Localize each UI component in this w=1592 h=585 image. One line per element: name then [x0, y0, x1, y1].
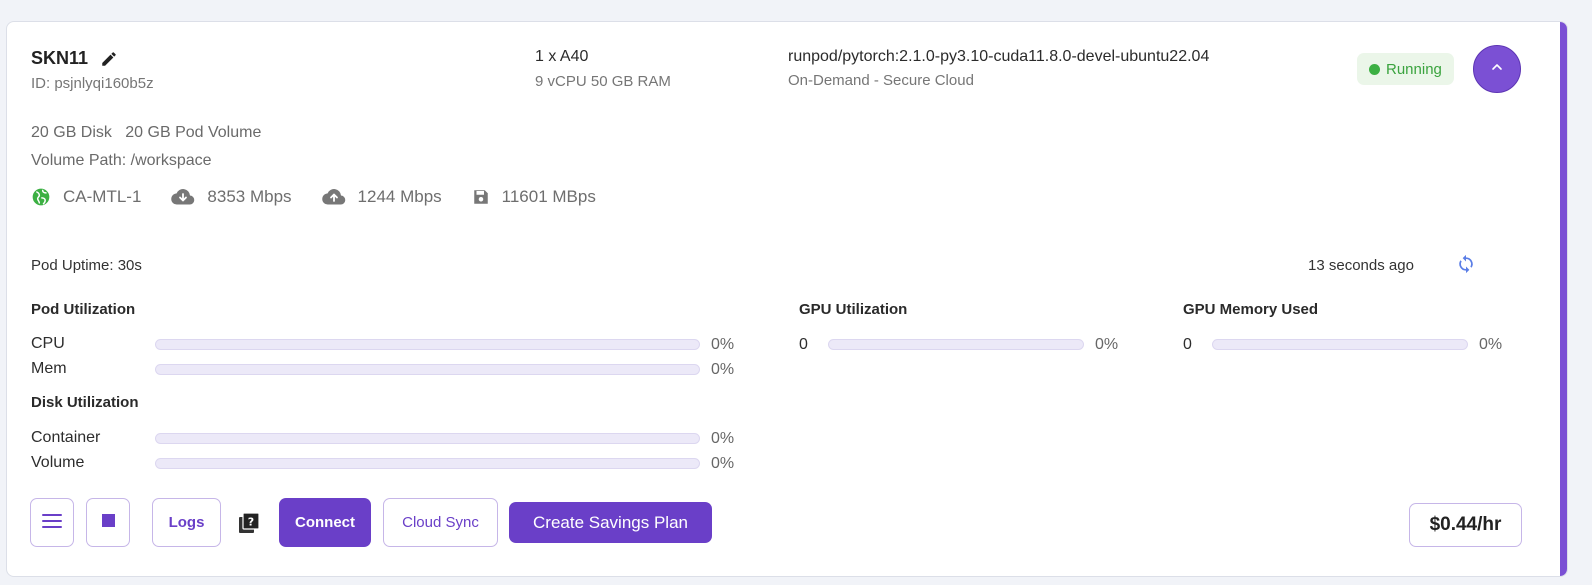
status-text: Running	[1386, 60, 1442, 78]
stop-button[interactable]	[86, 498, 130, 547]
volume-label: Volume	[31, 454, 85, 471]
container-label: Container	[31, 429, 101, 446]
container-image: runpod/pytorch:2.1.0-py3.10-cuda11.8.0-d…	[788, 48, 1210, 65]
pod-utilization-heading: Pod Utilization	[31, 301, 136, 318]
region: CA-MTL-1	[31, 187, 141, 207]
gpu-index: 0	[799, 336, 808, 353]
price-badge: $0.44/hr	[1409, 503, 1522, 547]
floppy-disk-icon	[472, 188, 490, 206]
upload-speed: 1244 Mbps	[321, 187, 442, 207]
gpu-memory-bar	[1212, 339, 1468, 350]
card-accent-stripe	[1560, 22, 1567, 576]
download-speed: 8353 Mbps	[171, 187, 292, 207]
disk-info: 20 GB Disk 20 GB Pod Volume	[31, 124, 261, 142]
gpu-percent: 0%	[1095, 336, 1119, 353]
svg-text:?: ?	[248, 516, 254, 529]
create-savings-plan-button[interactable]: Create Savings Plan	[509, 502, 712, 543]
volume-path: Volume Path: /workspace	[31, 152, 212, 169]
gpu-memory-index: 0	[1183, 336, 1192, 353]
connect-button[interactable]: Connect	[279, 498, 371, 547]
cloud-sync-button[interactable]: Cloud Sync	[383, 498, 498, 547]
pod-uptime: Pod Uptime: 30s	[31, 257, 142, 274]
disk-speed: 11601 MBps	[472, 187, 596, 207]
gpu-memory-percent: 0%	[1479, 336, 1503, 353]
pod-plan: On-Demand - Secure Cloud	[788, 72, 974, 89]
pod-resources: 9 vCPU 50 GB RAM	[535, 73, 671, 90]
gpu-utilization-heading: GPU Utilization	[799, 301, 908, 318]
volume-bar	[155, 458, 700, 469]
region-label: CA-MTL-1	[63, 187, 142, 206]
menu-button[interactable]	[30, 498, 74, 547]
logs-button[interactable]: Logs	[152, 498, 221, 547]
last-updated: 13 seconds ago	[1308, 257, 1414, 274]
gpu-bar	[828, 339, 1084, 350]
disk-utilization-heading: Disk Utilization	[31, 394, 139, 411]
pencil-icon[interactable]	[100, 50, 118, 68]
disk-size: 20 GB Disk	[31, 124, 112, 141]
mem-label: Mem	[31, 360, 67, 377]
status-badge: Running	[1357, 53, 1454, 85]
pod-card: SKN11 ID: psjnlyqi160b5z 1 x A40 9 vCPU …	[6, 21, 1568, 577]
pod-name: SKN11	[31, 48, 89, 68]
cpu-label: CPU	[31, 335, 65, 352]
gpu-memory-heading: GPU Memory Used	[1183, 301, 1319, 318]
globe-icon	[31, 187, 51, 207]
mem-bar	[155, 364, 700, 375]
network-stats: CA-MTL-1 8353 Mbps 1244 Mbps 11601 MBps	[31, 187, 626, 207]
disk-speed-label: 11601 MBps	[501, 187, 596, 206]
help-book-icon[interactable]: ?	[237, 511, 261, 540]
cpu-percent: 0%	[711, 336, 735, 353]
container-bar	[155, 433, 700, 444]
cpu-bar	[155, 339, 700, 350]
volume-percent: 0%	[711, 455, 735, 472]
pod-name-row: SKN11	[31, 48, 118, 69]
chevron-up-icon	[1489, 59, 1505, 80]
cloud-upload-icon	[321, 187, 346, 207]
gpu-count: 1 x A40	[535, 48, 589, 65]
status-dot-icon	[1369, 63, 1380, 75]
collapse-button[interactable]	[1473, 45, 1521, 93]
hamburger-menu-icon	[42, 513, 62, 533]
upload-speed-label: 1244 Mbps	[357, 187, 442, 206]
refresh-icon[interactable]	[1456, 254, 1476, 279]
pod-id: ID: psjnlyqi160b5z	[31, 75, 154, 92]
stop-icon	[101, 514, 115, 531]
download-speed-label: 8353 Mbps	[207, 187, 292, 206]
pod-volume-size: 20 GB Pod Volume	[125, 124, 262, 141]
cloud-download-icon	[171, 187, 195, 207]
container-percent: 0%	[711, 430, 735, 447]
mem-percent: 0%	[711, 361, 735, 378]
